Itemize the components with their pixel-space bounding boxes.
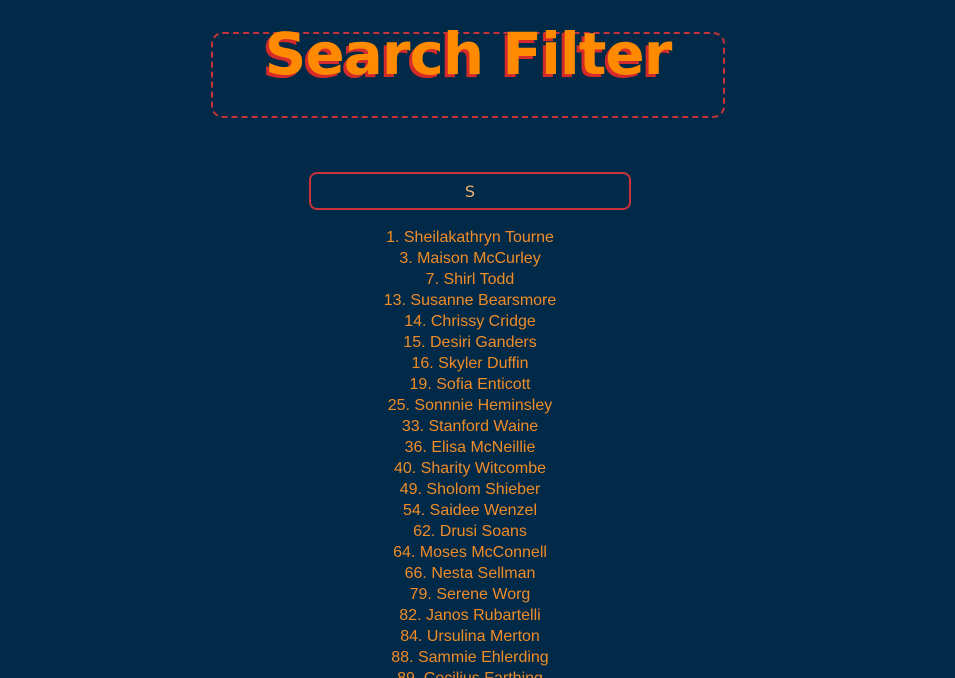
list-item: 7. Shirl Todd <box>425 271 515 288</box>
list-item: 36. Elisa McNeillie <box>404 439 536 456</box>
list-item: 66. Nesta Sellman <box>404 565 536 582</box>
list-item: 1. Sheilakathryn Tourne <box>386 229 554 246</box>
list-item: 25. Sonnnie Heminsley <box>387 397 553 414</box>
list-item: 54. Saidee Wenzel <box>402 502 537 519</box>
list-item: 84. Ursulina Merton <box>400 628 540 645</box>
list-item: 88. Sammie Ehlerding <box>391 649 549 666</box>
list-item: 16. Skyler Duffin <box>411 355 529 372</box>
list-item: 33. Stanford Waine <box>401 418 539 435</box>
list-item: 19. Sofia Enticott <box>409 376 531 393</box>
list-item: 13. Susanne Bearsmore <box>383 292 557 309</box>
list-item: 64. Moses McConnell <box>393 544 547 561</box>
list-item: 40. Sharity Witcombe <box>393 460 547 477</box>
list-item: 49. Sholom Shieber <box>399 481 541 498</box>
list-item: 79. Serene Worg <box>409 586 531 603</box>
list-item: 3. Maison McCurley <box>399 250 541 267</box>
list-item: 62. Drusi Soans <box>413 523 527 540</box>
list-item: 89. Cecilius Farthing <box>0 668 940 678</box>
list-item: 15. Desiri Ganders <box>403 334 537 351</box>
list-item: 14. Chrissy Cridge <box>404 313 536 330</box>
list-item: 82. Janos Rubartelli <box>399 607 541 624</box>
page-title: Search Filter <box>264 19 673 88</box>
search-input[interactable] <box>309 172 631 210</box>
title-box: Search Filter <box>211 25 725 118</box>
results-list: 1. Sheilakathryn Tourne 3. Maison McCurl… <box>0 227 940 678</box>
